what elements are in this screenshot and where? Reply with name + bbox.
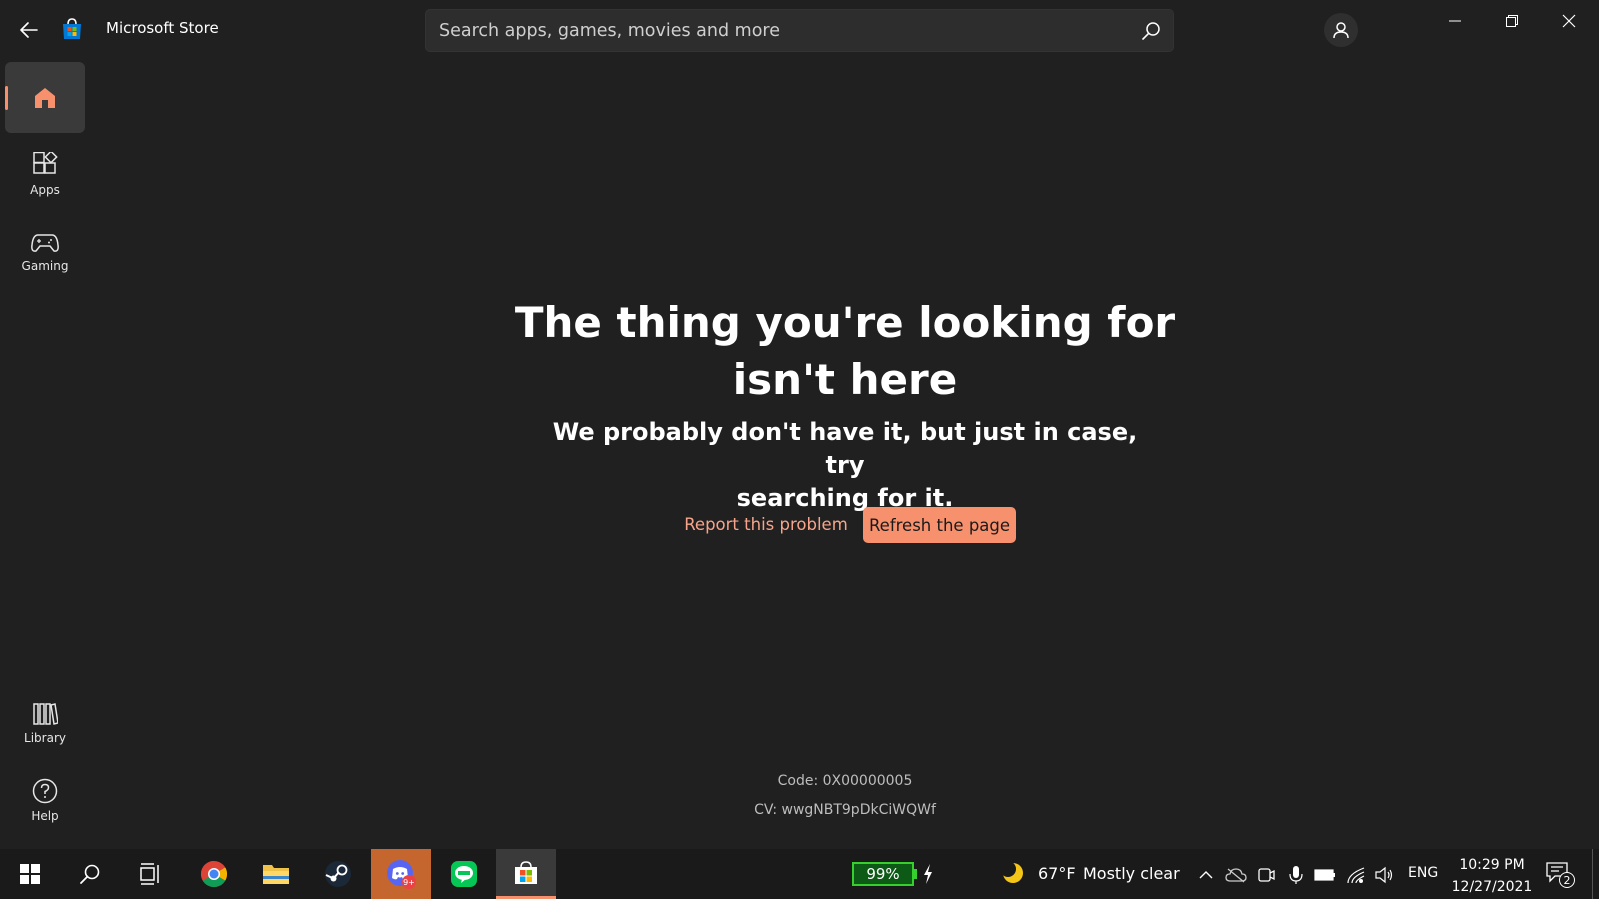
sidebar-item-apps[interactable]: Apps: [5, 152, 85, 197]
weather-description[interactable]: Mostly clear: [1083, 864, 1180, 883]
discord-badge: 9+: [403, 878, 415, 887]
onedrive-tray[interactable]: [1225, 864, 1247, 886]
sidebar-item-help[interactable]: Help: [5, 778, 85, 823]
gamepad-icon: [31, 234, 59, 252]
network-tray[interactable]: [1345, 864, 1367, 886]
moon-icon[interactable]: [1001, 861, 1025, 885]
task-view-icon: [140, 863, 159, 885]
minimize-icon: [1449, 20, 1461, 22]
taskbar-search-button[interactable]: [60, 849, 120, 899]
sidebar-item-label: Library: [24, 731, 66, 745]
meet-now-tray[interactable]: [1255, 864, 1277, 886]
error-subheading-line: searching for it.: [736, 484, 954, 512]
taskbar-clock[interactable]: 10:29 PM 12/27/2021: [1447, 854, 1537, 898]
clock-time: 10:29 PM: [1459, 857, 1525, 873]
windows-start-icon: [20, 864, 40, 884]
sidebar-item-library[interactable]: Library: [5, 702, 85, 745]
taskbar-app-discord[interactable]: 9+: [371, 849, 431, 899]
close-button[interactable]: [1547, 6, 1591, 36]
search-input[interactable]: [439, 10, 1129, 51]
correlation-vector: CV: wwgNBT9pDkCiWQWf: [754, 802, 936, 818]
cloud-off-icon: [1225, 868, 1247, 883]
sidebar-item-label: Apps: [30, 183, 60, 197]
restore-button[interactable]: [1490, 6, 1534, 36]
discord-icon: 9+: [387, 860, 416, 889]
steam-icon: [325, 861, 351, 887]
show-desktop-button[interactable]: [1592, 849, 1593, 899]
restore-icon: [1506, 15, 1518, 27]
sidebar-item-label: Help: [31, 809, 59, 823]
error-subheading-line: We probably don't have it, but just in c…: [552, 418, 1138, 479]
chrome-icon: [200, 860, 228, 888]
home-icon: [35, 87, 55, 108]
start-button[interactable]: [0, 849, 60, 899]
error-headline: The thing you're looking for isn't here: [445, 294, 1245, 408]
microphone-icon: [1289, 866, 1303, 884]
charging-bolt-icon: [924, 864, 932, 884]
file-explorer-icon: [263, 865, 289, 884]
taskbar-app-file-explorer[interactable]: [246, 849, 306, 899]
sidebar-item-gaming[interactable]: Gaming: [5, 232, 85, 273]
chevron-up-icon: [1199, 871, 1213, 879]
app-title: Microsoft Store: [106, 19, 219, 37]
refresh-page-button[interactable]: Refresh the page: [863, 507, 1016, 543]
microsoft-store-logo-icon: [63, 18, 81, 39]
weather-temperature[interactable]: 67°F: [1038, 864, 1076, 883]
error-headline-line: isn't here: [732, 355, 958, 404]
close-icon: [1562, 14, 1576, 28]
taskbar-app-chrome[interactable]: [184, 849, 244, 899]
minimize-button[interactable]: [1433, 6, 1477, 36]
taskbar: 9+ 99% 67°F Mostly clear ENG 10:29 PM 12…: [0, 849, 1599, 899]
report-problem-link[interactable]: Report this problem: [676, 515, 856, 534]
search-icon[interactable]: [1140, 20, 1162, 42]
video-camera-icon: [1258, 868, 1275, 882]
arrow-left-icon: [20, 22, 38, 38]
notification-count-badge: 2: [1559, 872, 1575, 888]
back-button[interactable]: [14, 16, 44, 44]
search-icon: [80, 864, 100, 884]
error-code: Code: 0X00000005: [777, 773, 913, 789]
taskbar-app-microsoft-store[interactable]: [496, 849, 556, 899]
show-hidden-icons-button[interactable]: [1195, 864, 1217, 886]
taskbar-app-steam[interactable]: [308, 849, 368, 899]
battery-icon: [1314, 869, 1335, 881]
microsoft-store-icon: [515, 860, 537, 884]
clock-date: 12/27/2021: [1451, 879, 1533, 895]
error-subheading: We probably don't have it, but just in c…: [545, 416, 1145, 515]
sidebar-item-home[interactable]: [5, 62, 85, 133]
action-center-button[interactable]: 2: [1545, 861, 1575, 889]
battery-nub: [914, 869, 917, 879]
sidebar-item-label: Gaming: [21, 259, 69, 273]
battery-indicator[interactable]: 99%: [852, 862, 914, 886]
person-icon: [1333, 22, 1349, 39]
title-bar: Microsoft Store: [0, 0, 1599, 60]
help-icon: [32, 778, 58, 804]
input-language-indicator[interactable]: ENG: [1408, 865, 1438, 881]
error-headline-line: The thing you're looking for: [514, 298, 1176, 347]
speaker-icon: [1375, 866, 1393, 884]
library-icon: [33, 703, 58, 725]
taskbar-app-line[interactable]: [434, 849, 494, 899]
selected-indicator: [5, 86, 8, 110]
apps-icon: [33, 152, 58, 174]
wifi-icon: [1347, 867, 1365, 884]
line-icon: [451, 861, 477, 887]
task-view-button[interactable]: [120, 849, 180, 899]
search-box[interactable]: [425, 9, 1174, 52]
account-button[interactable]: [1324, 13, 1358, 47]
volume-tray[interactable]: [1373, 864, 1395, 886]
microphone-tray[interactable]: [1285, 864, 1307, 886]
battery-tray[interactable]: [1314, 864, 1336, 886]
